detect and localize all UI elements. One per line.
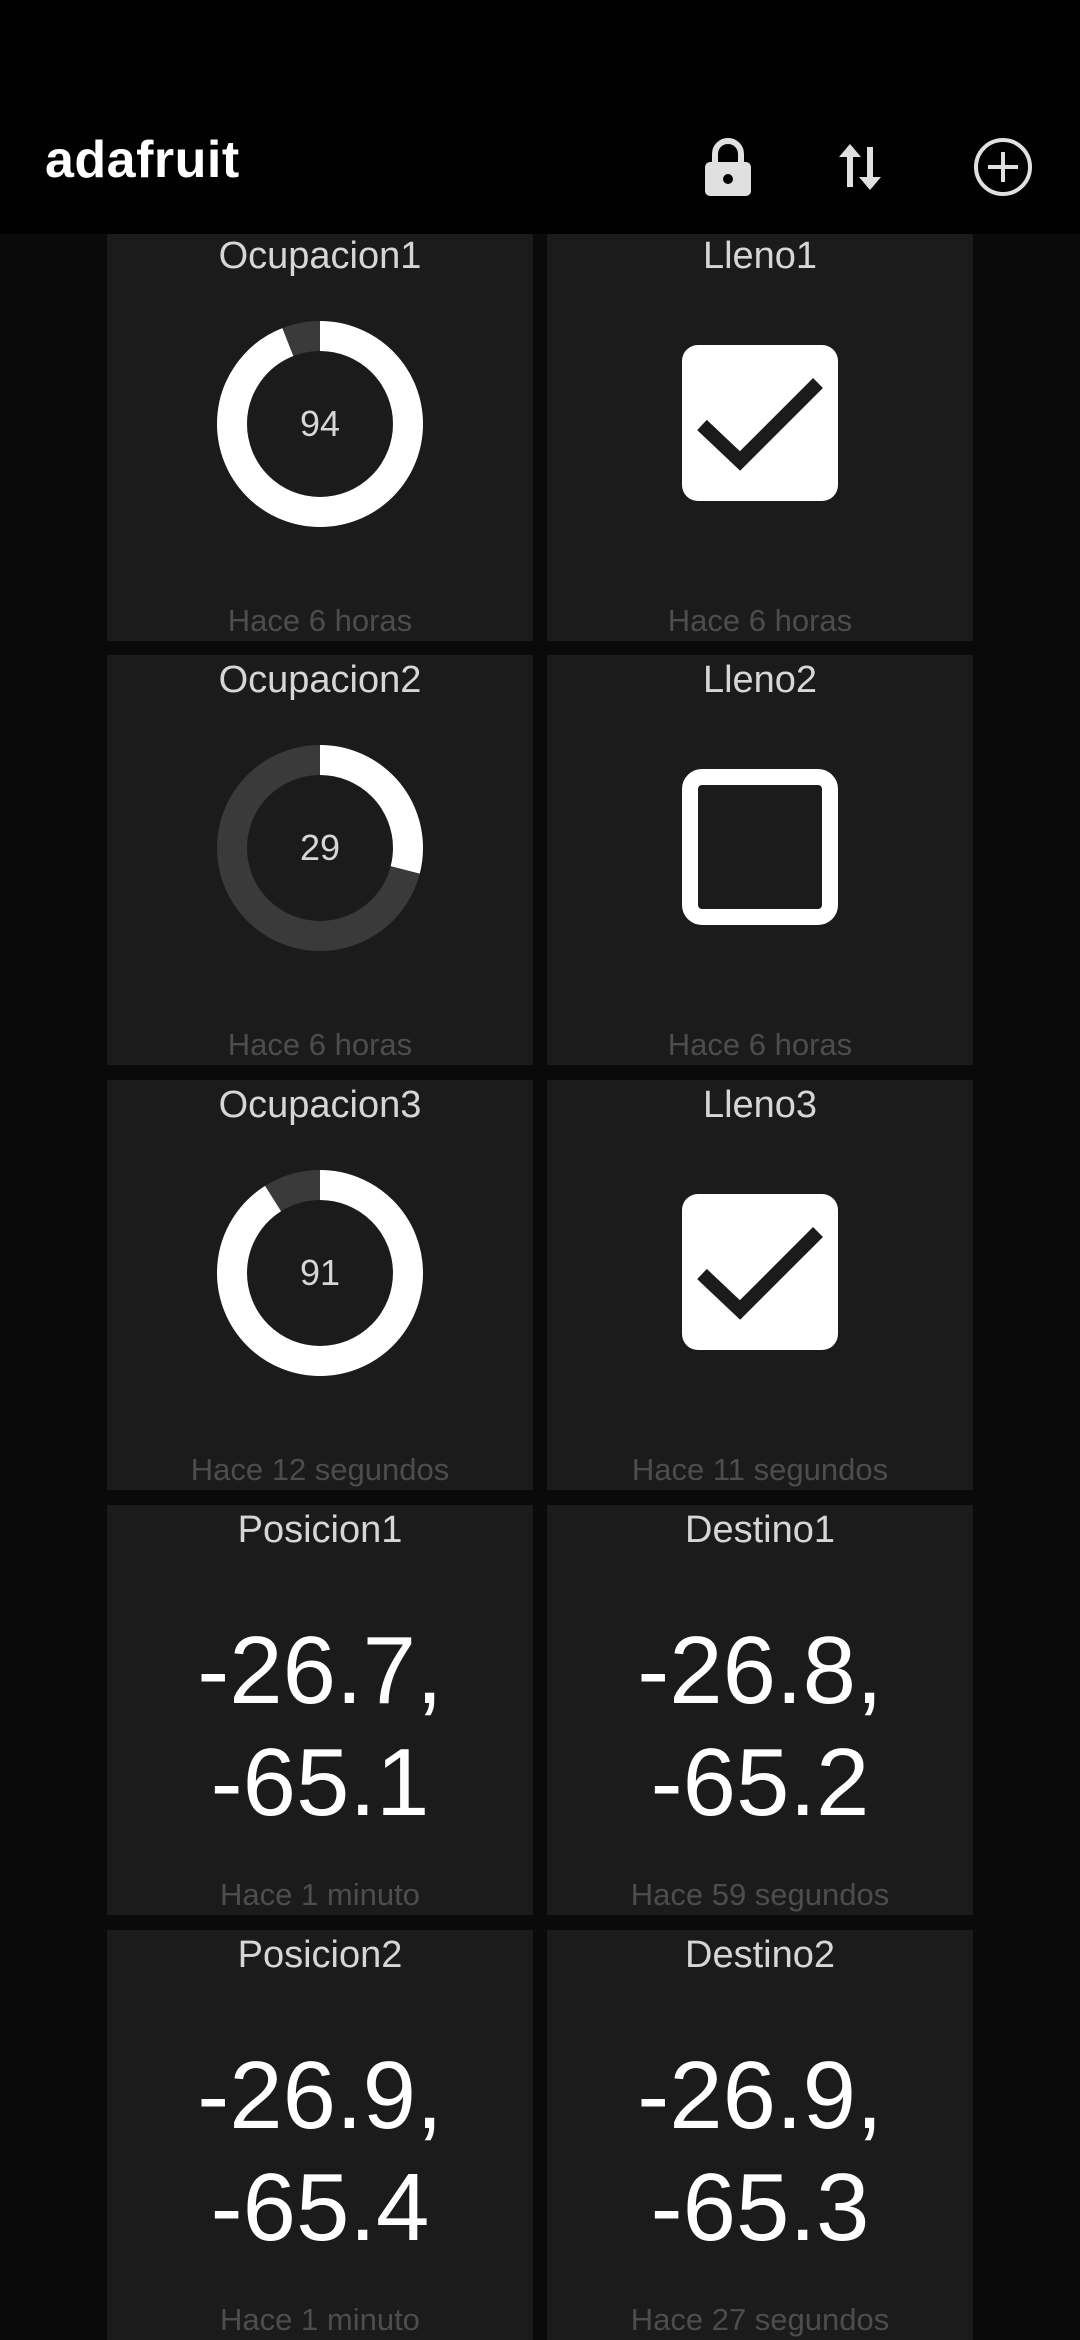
longitude-text: -65.4 (210, 2154, 430, 2261)
gauge: 94 (217, 321, 423, 527)
card-title: Posicion1 (237, 1509, 403, 1551)
lock-icon (705, 138, 751, 196)
card-title: Destino2 (685, 1934, 835, 1976)
card-title: Lleno3 (702, 1084, 818, 1126)
card-timestamp: Hace 59 segundos (630, 1877, 890, 1912)
coordinate-value: -26.9, -65.3 (547, 2040, 973, 2264)
app-bar: adafruit (0, 100, 1080, 234)
text-card-posicion2[interactable]: Posicion2 -26.9, -65.4 Hace 1 minuto (107, 1930, 533, 2340)
checkbox-unchecked-icon[interactable] (682, 769, 838, 925)
gauge-card-ocupacion1[interactable]: Ocupacion1 94 Hace 6 horas (107, 234, 533, 641)
card-title: Ocupacion3 (218, 1084, 422, 1126)
app-title: adafruit (45, 131, 240, 189)
swap-vertical-icon (839, 144, 881, 190)
dashboard-content[interactable]: Ocupacion1 94 Hace 6 horas Lleno1 Hace 6… (0, 234, 1080, 2340)
card-timestamp: Hace 1 minuto (220, 1877, 420, 1912)
text-card-destino1[interactable]: Destino1 -26.8, -65.2 Hace 59 segundos (547, 1505, 973, 1915)
lock-button[interactable] (683, 122, 773, 212)
sort-button[interactable] (815, 122, 905, 212)
longitude-text: -65.3 (650, 2154, 870, 2261)
card-title: Lleno2 (702, 659, 818, 701)
card-timestamp: Hace 6 horas (227, 1027, 413, 1062)
gauge-card-ocupacion3[interactable]: Ocupacion3 91 Hace 12 segundos (107, 1080, 533, 1490)
coordinate-value: -26.7, -65.1 (107, 1615, 533, 1839)
add-block-button[interactable] (958, 122, 1048, 212)
card-title: Ocupacion2 (218, 659, 422, 701)
card-title: Lleno1 (702, 235, 818, 277)
card-timestamp: Hace 6 horas (667, 1027, 853, 1062)
text-card-posicion1[interactable]: Posicion1 -26.7, -65.1 Hace 1 minuto (107, 1505, 533, 1915)
status-bar (0, 0, 1080, 100)
card-timestamp: Hace 11 segundos (631, 1452, 889, 1487)
toggle-card-lleno3[interactable]: Lleno3 Hace 11 segundos (547, 1080, 973, 1490)
longitude-text: -65.1 (210, 1729, 430, 1836)
latitude-text: -26.9, (637, 2042, 883, 2149)
card-timestamp: Hace 27 segundos (630, 2302, 890, 2337)
longitude-text: -65.2 (650, 1729, 870, 1836)
gauge-card-ocupacion2[interactable]: Ocupacion2 29 Hace 6 horas (107, 655, 533, 1065)
checkbox-checked-icon[interactable] (682, 345, 838, 501)
toggle-card-lleno2[interactable]: Lleno2 Hace 6 horas (547, 655, 973, 1065)
coordinate-value: -26.8, -65.2 (547, 1615, 973, 1839)
text-card-destino2[interactable]: Destino2 -26.9, -65.3 Hace 27 segundos (547, 1930, 973, 2340)
toggle-card-lleno1[interactable]: Lleno1 Hace 6 horas (547, 234, 973, 641)
coordinate-value: -26.9, -65.4 (107, 2040, 533, 2264)
latitude-text: -26.7, (197, 1617, 443, 1724)
latitude-text: -26.9, (197, 2042, 443, 2149)
checkbox-checked-icon[interactable] (682, 1194, 838, 1350)
add-circle-icon (974, 138, 1032, 196)
card-title: Posicion2 (237, 1934, 403, 1976)
latitude-text: -26.8, (637, 1617, 883, 1724)
gauge: 91 (217, 1170, 423, 1376)
card-title: Destino1 (685, 1509, 835, 1551)
card-timestamp: Hace 6 horas (667, 603, 853, 638)
gauge-value: 29 (299, 827, 341, 868)
card-timestamp: Hace 12 segundos (190, 1452, 450, 1487)
card-title: Ocupacion1 (218, 235, 422, 277)
card-timestamp: Hace 1 minuto (220, 2302, 420, 2337)
gauge-value: 94 (299, 403, 341, 444)
gauge-value: 91 (299, 1252, 341, 1293)
gauge: 29 (217, 745, 423, 951)
card-timestamp: Hace 6 horas (227, 603, 413, 638)
